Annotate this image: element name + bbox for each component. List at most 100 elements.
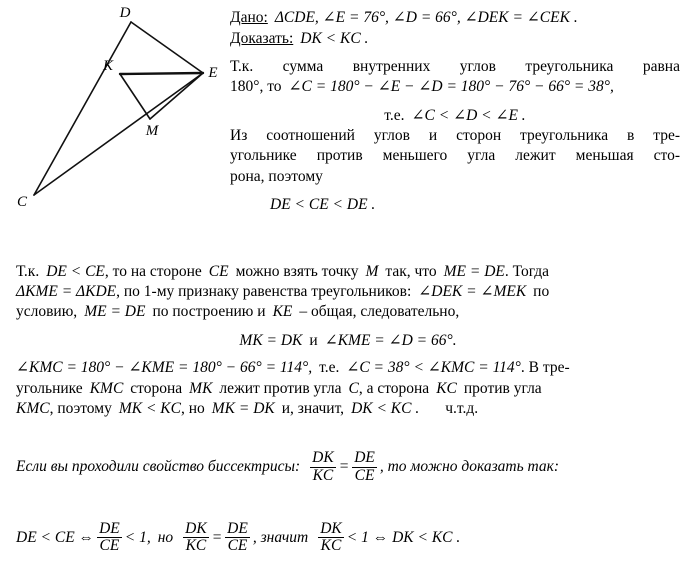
proof-top-column: Дано: ΔCDE, ∠E = 76°, ∠D = 66°, ∠DEK = ∠C… — [230, 8, 680, 221]
fraction-numerator: DE — [99, 519, 120, 537]
p5-l3-f: и, значит, — [281, 399, 345, 417]
fraction-denominator: CE — [352, 466, 377, 484]
fraction-denominator: KC — [318, 537, 344, 554]
p5-l1-b: т.е. — [319, 359, 340, 377]
alt-therefore: , значит — [252, 529, 309, 547]
proof-p1-line2: 180°, то ∠C = 180° − ∠E − ∠D = 180° − 76°… — [230, 77, 680, 97]
proof-eq1: DE < CE < DE . — [230, 196, 680, 214]
fraction-de-ce-2: DE CE — [97, 519, 122, 555]
fraction-numerator: DK — [185, 519, 207, 537]
fraction-dk-kc-2: DK KC — [183, 519, 209, 555]
p4-l1-me-eq-de: ME = DE — [443, 263, 505, 280]
alternative-proof-line: DE < CE ⇔ DE CE < 1, но DK KC = DE CE, значит DK KC… — [16, 519, 680, 555]
segment-KM — [119, 73, 151, 120]
figure-canvas: D K E M C — [17, 5, 218, 210]
proof-body-column: Т.к. DE < CE, то на стороне CE можно взять … — [16, 262, 680, 570]
p5-l2-e: лежит против угла — [219, 379, 342, 397]
proof-p5-line1: ∠KMC = 180° − ∠KME = 180° − 66° = 114°, т… — [16, 358, 680, 378]
proof-eq2-mk-eq-dk: MK = DK — [239, 332, 303, 350]
fraction-dk-kc-1: DK KC — [310, 450, 336, 484]
p4-l1-i: . Тогда — [504, 263, 550, 280]
p5-l1-d: . В тре- — [520, 359, 570, 377]
p5-l3-b: , поэтому — [49, 399, 112, 417]
p5-l1-angle-kmc-calc: ∠KMC = 180° − ∠KME = 180° − 66° = 114°, — [16, 359, 313, 377]
p5-l3-mk-eq-dk: MK = DK — [211, 399, 275, 417]
proof-p1-angle-c-calc: ∠C = 180° − ∠E − ∠D = 180° − 76° − 66° =… — [288, 78, 614, 96]
proof-p1-line2-prefix: 180°, то — [230, 78, 282, 96]
figure-label-K: K — [102, 58, 114, 74]
proof-p3-line2: угольнике против меньшего угла лежит мен… — [230, 147, 680, 165]
given-line: Дано: ΔCDE, ∠E = 76°, ∠D = 66°, ∠DEK = ∠C… — [230, 8, 680, 28]
p5-l3-kmc: KMC — [16, 399, 50, 417]
segment-ME — [149, 72, 204, 120]
fraction-de-ce-3: DE CE — [225, 519, 250, 555]
p4-l1-m: M — [365, 263, 379, 280]
p4-l1-de-lt-ce: DE < CE — [46, 263, 105, 280]
figure-label-M: M — [145, 123, 160, 139]
p4-l1-a: Т.к. — [16, 263, 40, 280]
alt-but: но — [157, 529, 174, 547]
proof-eq2-angle-kme: ∠KME = ∠D = 66°. — [324, 332, 457, 350]
proof-p2-prefix: т.е. — [384, 107, 405, 125]
alt-equals-2: = — [211, 529, 223, 547]
proof-p1-line1: Т.к. сумма внутренних углов треугольника… — [230, 57, 680, 75]
alt-equals-1: = — [338, 458, 350, 476]
p5-l2-g: , а сторона — [358, 379, 430, 397]
figure-label-D: D — [119, 5, 131, 21]
p4-l1-e: можно взять точку — [235, 263, 359, 280]
proof-p2-inequality: ∠C < ∠D < ∠E . — [411, 107, 526, 125]
proof-p5-line2: угольнике KMC сторона MK лежит против угла C,… — [16, 379, 680, 399]
proof-p4-line2: ΔKME = ΔKDE, по 1-му признаку равенства … — [16, 282, 680, 302]
prove-text: DK < KC . — [300, 30, 369, 48]
p4-l2-angles-equal: ∠DEK = ∠MEK — [418, 283, 527, 301]
p5-l2-c-angle: C — [348, 379, 359, 397]
alt-de-lt-ce: DE < CE ⇔ — [16, 529, 95, 547]
p4-l3-e: – общая, следовательно, — [299, 303, 460, 321]
geometry-figure: D K E M C — [0, 0, 228, 228]
p4-l1-c: , то на стороне — [104, 263, 202, 280]
fraction-dk-kc-3: DK KC — [318, 519, 344, 555]
proof-p3-line3: рона, поэтому — [230, 167, 323, 185]
p5-l2-c: сторона — [130, 379, 183, 397]
proof-p2-line: т.е. ∠C < ∠D < ∠E . — [230, 106, 680, 126]
alternative-intro-tail: , то можно доказать так: — [379, 458, 560, 476]
p4-l2-triangles-equal: ΔKME = ΔKDE — [16, 283, 117, 301]
fraction-numerator: DK — [320, 519, 342, 537]
fraction-denominator: CE — [225, 537, 250, 554]
alternative-intro: Если вы проходили свойство биссектрисы: — [16, 458, 301, 476]
p4-l2-b: , по 1-му признаку равенства треугольник… — [116, 283, 412, 301]
fraction-denominator: KC — [310, 466, 336, 484]
proof-eq1-text: DE < CE < DE . — [270, 195, 376, 213]
figure-label-C: C — [17, 194, 28, 210]
fraction-numerator: DE — [354, 449, 375, 467]
proof-p4-line3: условию, ME = DE по построению и KE – общая,… — [16, 302, 680, 322]
fraction-numerator: DE — [227, 519, 248, 537]
given-label: Дано: — [230, 9, 268, 26]
fraction-denominator: KC — [183, 537, 209, 554]
given-text: ΔCDE, ∠E = 76°, ∠D = 66°, ∠DEK = ∠CEK . — [274, 9, 578, 26]
p4-l1-ce: CE — [208, 263, 229, 280]
p4-l3-me-eq-de: ME = DE — [84, 303, 146, 321]
p4-l3-c: по построению и — [152, 303, 266, 321]
p4-l2-d: по — [533, 283, 550, 301]
segment-KE — [118, 71, 205, 76]
p5-l3-d: , но — [180, 399, 205, 417]
p5-l2-mk: MK — [189, 379, 213, 397]
proof-eq2-and: и — [309, 332, 318, 350]
p5-l2-a: угольнике — [16, 379, 83, 397]
prove-line: Доказать: DK < KC . — [230, 29, 680, 49]
fraction-denominator: CE — [97, 537, 122, 554]
p5-l3-mk-lt-kc: MK < KC — [118, 399, 181, 417]
segment-DE — [130, 21, 204, 74]
figure-label-E: E — [207, 65, 217, 81]
proof-p3-line1: Из соотношений углов и сторон треугольни… — [230, 127, 680, 145]
p4-l3-ke: KE — [272, 303, 293, 321]
alt-conclusion: < 1 ⇔ DK < KC . — [346, 529, 461, 547]
p4-l1-g: так, что — [385, 263, 437, 280]
p5-l2-kmc: KMC — [89, 379, 124, 397]
fraction-numerator: DK — [312, 449, 334, 467]
p5-l3-dk-lt-kc: DK < KC . — [351, 399, 420, 417]
p5-l2-i: против угла — [463, 379, 542, 397]
proof-qed: ч.т.д. — [445, 399, 479, 417]
segment-DC — [33, 21, 132, 196]
